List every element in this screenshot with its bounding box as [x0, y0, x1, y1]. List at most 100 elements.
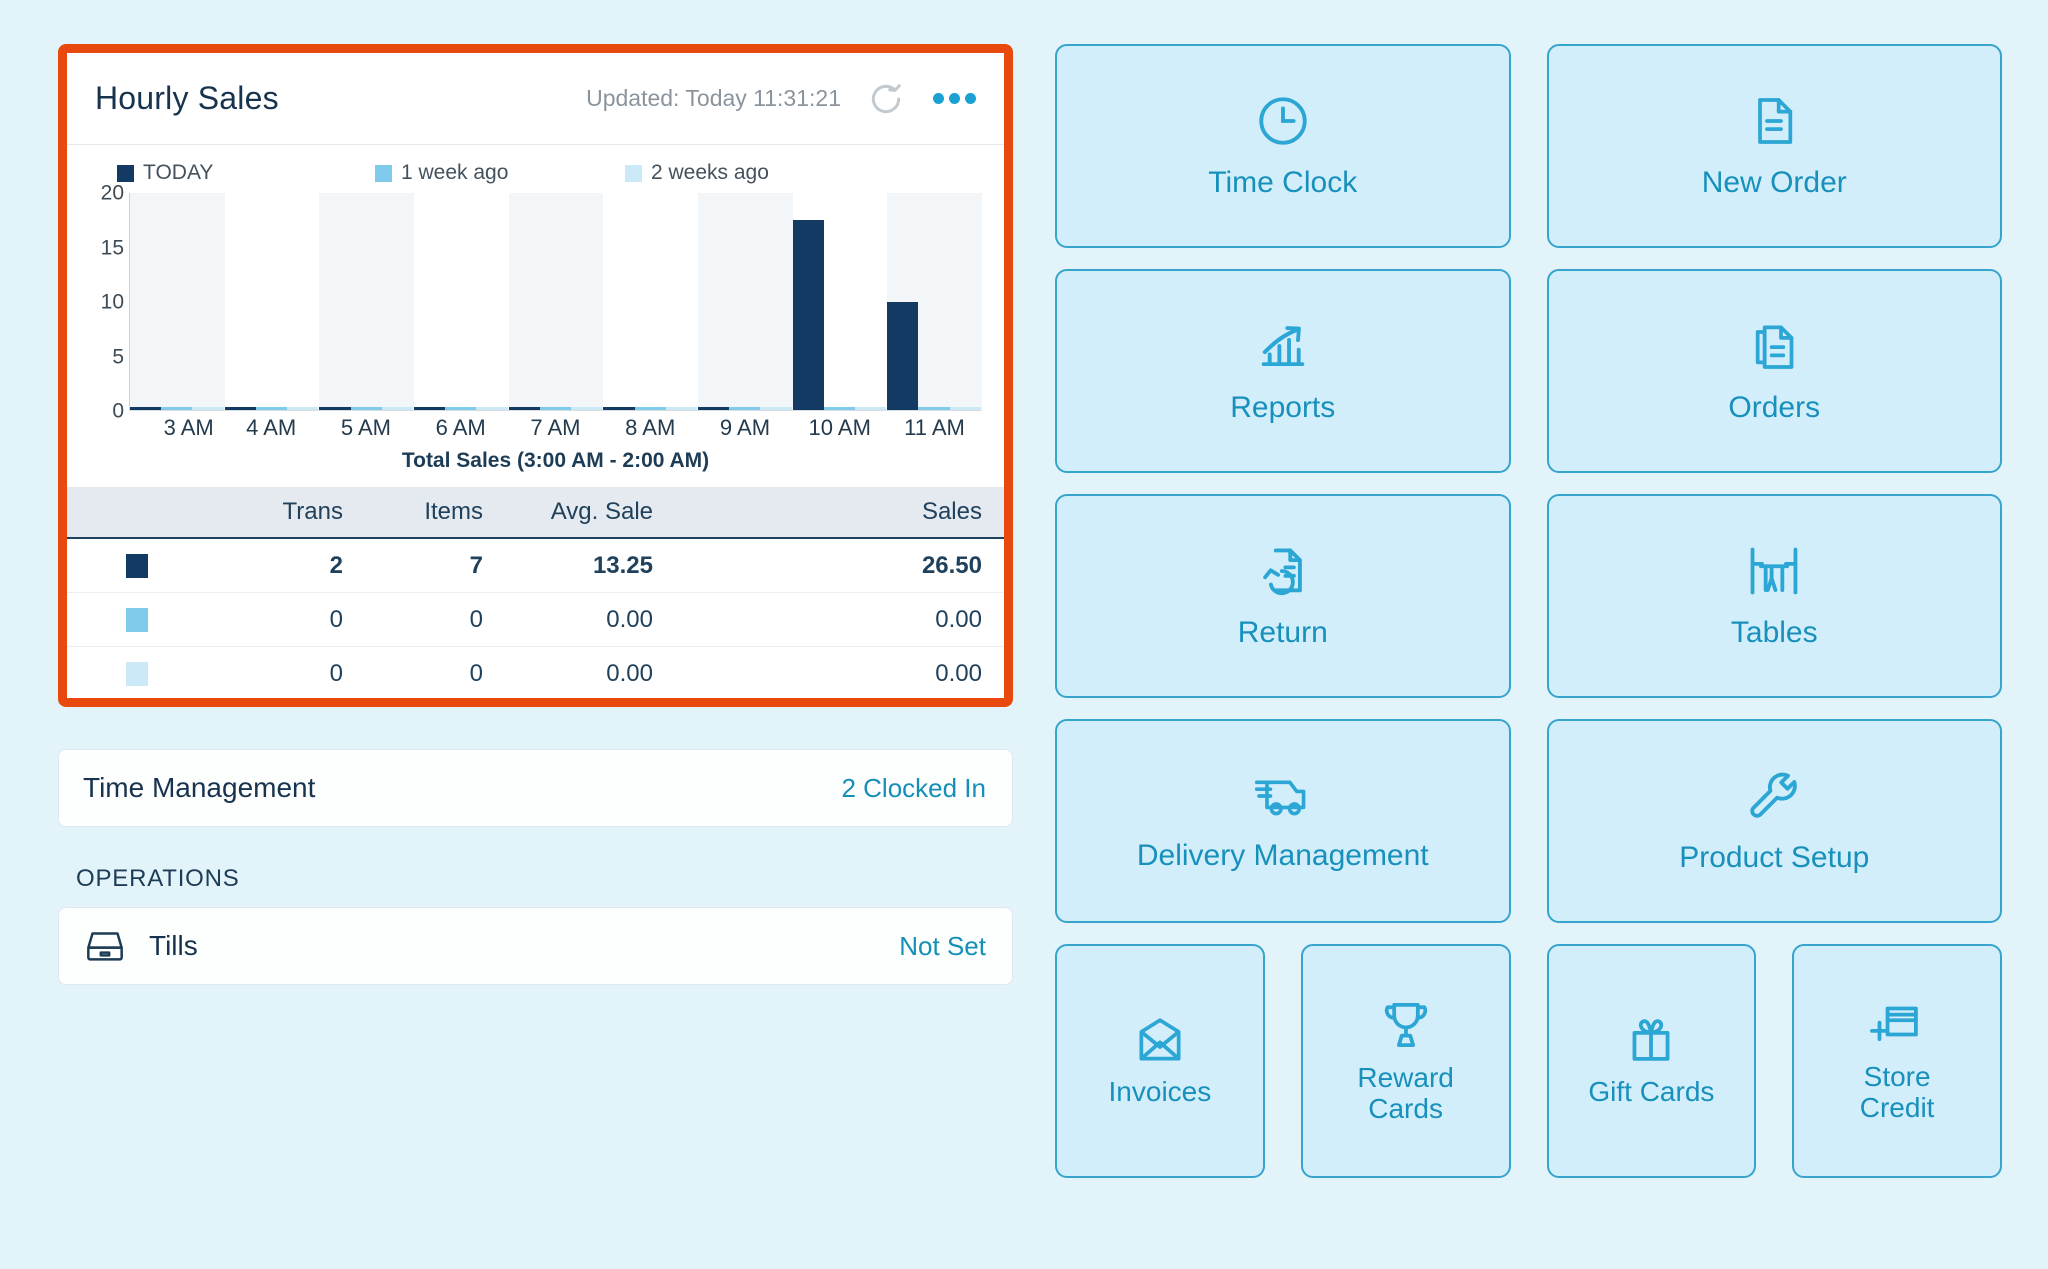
chart-bar	[508, 407, 540, 410]
card-header: Hourly Sales Updated: Today 11:31:21	[67, 53, 1004, 145]
time-management-value: 2 Clocked In	[841, 772, 986, 803]
legend-item-week1: 1 week ago	[375, 161, 625, 185]
chart-bar	[665, 407, 697, 410]
wrench-icon	[1745, 767, 1803, 825]
chart-column	[130, 193, 225, 410]
tills-value: Not Set	[899, 930, 986, 961]
bar-chart-arrow-icon	[1254, 317, 1312, 375]
chart-bar	[634, 407, 666, 410]
x-tick-label: 6 AM	[435, 415, 486, 440]
row-swatch-cell	[67, 607, 207, 632]
tile-tables[interactable]: Tables	[1546, 494, 2002, 698]
tile-orders[interactable]: Orders	[1546, 269, 2002, 473]
chart-column	[887, 193, 982, 410]
dot	[949, 93, 960, 104]
credit-card-plus-icon	[1868, 999, 1926, 1051]
time-management-panel[interactable]: Time Management 2 Clocked In	[58, 749, 1013, 827]
tile-reward-cards[interactable]: Reward Cards	[1300, 944, 1511, 1178]
legend-swatch-week2	[625, 164, 642, 182]
chart-bar	[918, 407, 950, 410]
legend-swatch-today	[117, 164, 134, 182]
tile-label: Delivery Management	[1136, 839, 1429, 873]
tile-new-order[interactable]: New Order	[1546, 44, 2002, 248]
till-drawer-icon	[83, 926, 127, 966]
more-options-icon[interactable]	[931, 87, 978, 110]
chart-y-axis: 20 15 10 5 0	[89, 183, 129, 422]
cell-items: 0	[469, 659, 483, 687]
legend-item-today: TODAY	[117, 161, 375, 185]
clock-icon	[1254, 92, 1312, 150]
table-chairs-icon	[1743, 542, 1805, 600]
gift-icon	[1624, 1014, 1678, 1066]
document-lines-icon	[1746, 92, 1802, 150]
col-items: Items	[424, 498, 483, 525]
y-tick-label: 5	[112, 345, 124, 368]
chart-bar	[949, 407, 981, 410]
chart-column	[508, 193, 604, 410]
chart-column	[319, 193, 414, 410]
chart-bar	[792, 220, 824, 410]
chart-plot-area: 20 15 10 5 0	[89, 183, 982, 422]
refresh-icon[interactable]	[867, 80, 905, 118]
tile-invoices[interactable]: Invoices	[1055, 944, 1265, 1178]
tile-time-clock[interactable]: Time Clock	[1055, 44, 1511, 248]
y-tick-label: 10	[100, 290, 124, 314]
legend-label-week2: 2 weeks ago	[651, 161, 769, 184]
trophy-icon	[1380, 998, 1432, 1052]
chart-legend: TODAY 1 week ago 2 weeks ago	[89, 159, 982, 193]
row-swatch	[126, 607, 148, 632]
tile-gift-cards[interactable]: Gift Cards	[1546, 944, 1757, 1178]
table-row: 0 0 0.00 0.00	[67, 647, 1004, 698]
cell-items: 7	[469, 551, 483, 579]
operations-section-label: OPERATIONS	[76, 865, 240, 892]
tile-label: Invoices	[1108, 1076, 1212, 1108]
chart-x-axis: 3 AM 4 AM 5 AM 6 AM 7 AM 8 AM 9 AM 10 AM 11 AM	[129, 411, 982, 441]
table-row: 0 0 0.00 0.00	[67, 593, 1004, 647]
chart-column	[792, 193, 888, 410]
chart-bars	[129, 193, 982, 411]
cell-trans: 0	[329, 659, 343, 687]
tills-row[interactable]: Tills Not Set	[58, 907, 1013, 985]
tile-delivery-management[interactable]: Delivery Management	[1055, 719, 1511, 923]
col-avg-sale: Avg. Sale	[550, 498, 653, 525]
tills-label: Tills	[149, 930, 198, 961]
updated-timestamp: Updated: Today 11:31:21	[586, 85, 841, 111]
chart-bar	[255, 407, 288, 410]
cell-avg-sale: 0.00	[606, 605, 653, 633]
chart-bar	[823, 407, 856, 410]
row-swatch-cell	[67, 661, 207, 686]
tile-label: New Order	[1701, 166, 1847, 200]
tile-label: Reward Cards	[1357, 1061, 1454, 1124]
page-title: Hourly Sales	[95, 80, 279, 116]
tile-label: Tables	[1730, 616, 1818, 650]
left-column: Hourly Sales Updated: Today 11:31:21 TOD…	[58, 44, 1013, 1269]
cell-sales: 26.50	[921, 551, 982, 579]
card-header-actions: Updated: Today 11:31:21	[586, 80, 978, 118]
tile-product-setup[interactable]: Product Setup	[1546, 719, 2002, 923]
dot	[965, 93, 976, 104]
chart-bar	[130, 407, 162, 410]
tile-label: Product Setup	[1679, 841, 1870, 875]
legend-swatch-week1	[375, 164, 392, 182]
sales-summary-table: Trans Items Avg. Sale Sales 2 7 13.25 26.50…	[67, 487, 1004, 698]
dot	[933, 93, 944, 104]
chart-column	[603, 193, 698, 410]
tile-store-credit[interactable]: Store Credit	[1792, 944, 2002, 1178]
row-swatch	[126, 661, 148, 686]
tile-row-1: Time Clock New Order	[1055, 44, 2002, 248]
tile-reports[interactable]: Reports	[1055, 269, 1511, 473]
x-tick-label: 11 AM	[904, 415, 965, 440]
quick-actions-grid: Time Clock New Order Reports Orders Retu…	[1055, 44, 2012, 1269]
envelope-icon	[1132, 1014, 1188, 1066]
tile-label: Reports	[1230, 391, 1336, 425]
chart-bar	[381, 407, 414, 410]
table-row: 2 7 13.25 26.50	[67, 539, 1004, 593]
chart-bar	[697, 407, 730, 410]
tile-return[interactable]: Return	[1055, 494, 1511, 698]
chart-bar	[571, 407, 603, 410]
tile-row-5: Invoices Reward Cards Gift Cards Store C…	[1055, 944, 2002, 1178]
y-tick-label: 0	[112, 399, 124, 423]
y-tick-label: 15	[100, 236, 124, 259]
chart-bar	[319, 407, 351, 410]
x-tick-label: 9 AM	[719, 415, 771, 440]
